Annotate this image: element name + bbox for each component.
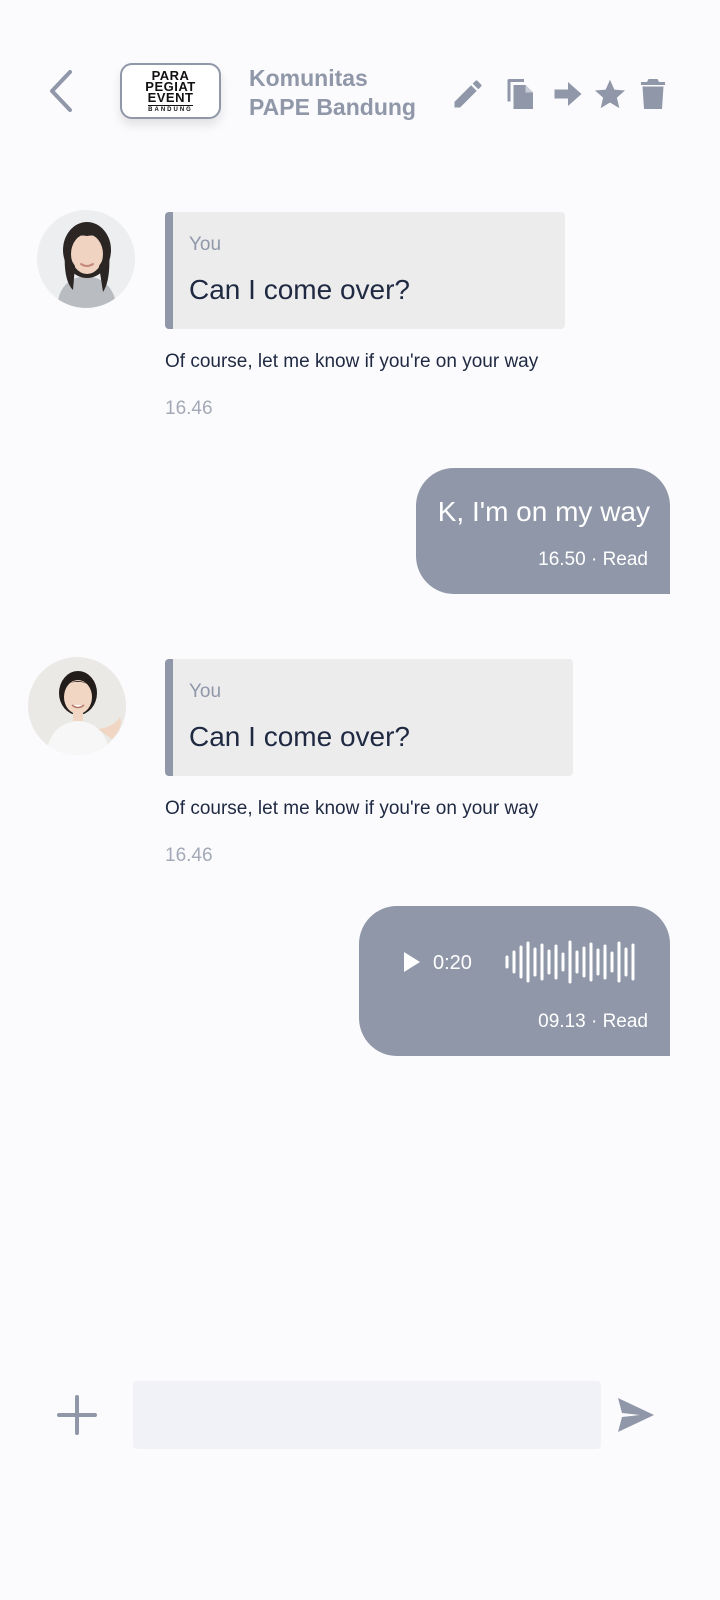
chat-title[interactable]: Komunitas PAPE Bandung: [249, 64, 429, 122]
avatar[interactable]: [28, 657, 126, 755]
avatar-photo: [28, 657, 126, 755]
star-icon: [595, 79, 625, 109]
send-button[interactable]: [616, 1396, 656, 1434]
copy-button[interactable]: [503, 76, 539, 112]
voice-duration: 0:20: [433, 952, 472, 974]
chevron-left-icon: [50, 70, 72, 112]
group-logo[interactable]: PARA PEGIAT EVENT BANDUNG: [120, 63, 221, 119]
copy-icon: [507, 79, 533, 109]
attach-button[interactable]: [56, 1394, 98, 1436]
play-icon[interactable]: [401, 950, 423, 974]
chat-title-line-1: Komunitas: [249, 65, 368, 91]
quoted-message[interactable]: You Can I come over?: [165, 659, 573, 776]
avatar-photo: [37, 210, 135, 308]
message-meta: 09.13 · Read: [538, 1011, 648, 1032]
trash-icon: [641, 79, 665, 109]
quote-author: You: [189, 681, 222, 702]
quote-text: Can I come over?: [189, 274, 410, 305]
outgoing-voice-message[interactable]: 0:20 09.13 · Read: [359, 906, 670, 1056]
back-button[interactable]: [40, 66, 84, 116]
quote-author: You: [189, 234, 222, 255]
chat-title-line-2: PAPE Bandung: [249, 94, 416, 120]
message-text: Of course, let me know if you're on your…: [165, 798, 539, 819]
plus-icon: [57, 1395, 97, 1435]
forward-arrow-icon: [554, 82, 582, 106]
pencil-icon: [454, 80, 482, 108]
star-button[interactable]: [592, 76, 628, 112]
outgoing-message-bubble[interactable]: K, I'm on my way 16.50 · Read: [416, 468, 670, 594]
quote-text: Can I come over?: [189, 721, 410, 752]
send-icon: [618, 1398, 654, 1432]
logo-line-4: BANDUNG: [148, 104, 193, 113]
logo-line-3: EVENT: [147, 89, 194, 105]
message-text: Of course, let me know if you're on your…: [165, 351, 539, 372]
avatar[interactable]: [37, 210, 135, 308]
message-input[interactable]: [133, 1381, 601, 1449]
delete-button[interactable]: [635, 76, 671, 112]
quoted-message[interactable]: You Can I come over?: [165, 212, 565, 329]
waveform-icon[interactable]: [505, 940, 639, 984]
message-time: 16.46: [165, 398, 213, 419]
message-text: K, I'm on my way: [437, 496, 650, 527]
edit-button[interactable]: [450, 76, 486, 112]
forward-button[interactable]: [550, 76, 586, 112]
message-meta: 16.50 · Read: [538, 549, 648, 570]
message-time: 16.46: [165, 845, 213, 866]
